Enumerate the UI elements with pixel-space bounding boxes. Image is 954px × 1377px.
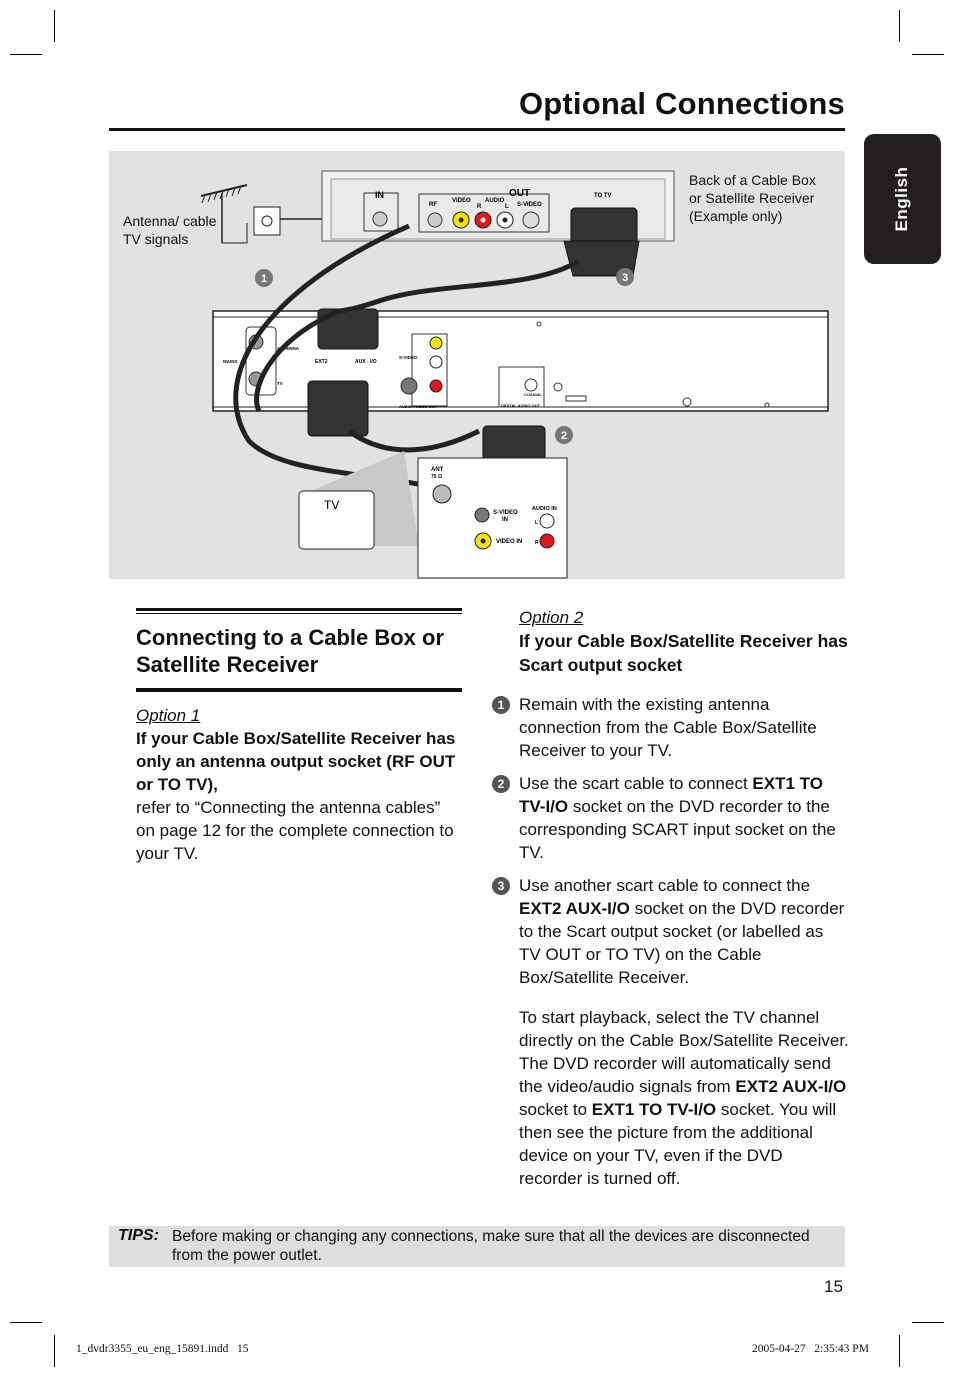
footer-file: 1_dvdr3355_eu_eng_15891.indd 15 (76, 1343, 249, 1355)
step-number-1: 1 (492, 696, 510, 714)
cablebox-out-label: OUT (509, 188, 530, 199)
option-1-subheading: If your Cable Box/Satellite Receiver has… (136, 729, 456, 794)
cable-box-label-line: or Satellite Receiver (689, 190, 815, 206)
cablebox-svideo-label: S-VIDEO (517, 202, 542, 208)
tips-box: TIPS: Before making or changing any conn… (109, 1226, 845, 1267)
playback-text: socket to (519, 1100, 592, 1119)
tv-audio-in-label: AUDIO IN (532, 506, 557, 512)
tv-audio-r-label: R (535, 540, 539, 546)
cablebox-r-label: R (477, 204, 482, 210)
antenna-label: Antenna/ cable TV signals (123, 212, 216, 248)
cable-box-label-line: (Example only) (689, 208, 783, 224)
dvd-recorder-back-panel: ANTENNA TV MAINS EXT2 AUX - I/O S-VIDEO … (212, 310, 829, 412)
crop-mark (10, 54, 42, 55)
recorder-digital-out-label: DIGITAL AUDIO OUT (501, 403, 541, 408)
section-heading: Connecting to a Cable Box or Satellite R… (136, 625, 445, 677)
footer-timestamp: 2005-04-27 2:35:43 PM (752, 1343, 869, 1355)
left-column: Connecting to a Cable Box or Satellite R… (136, 608, 462, 865)
marker-2: 2 (561, 430, 567, 442)
option-2-subheading: If your Cable Box/Satellite Receiver has… (519, 631, 848, 675)
tv-svideo-in-label: IN (502, 517, 508, 523)
crop-mark (54, 10, 55, 42)
cable-box-label-line: Back of a Cable Box (689, 172, 816, 188)
step-number-2: 2 (492, 775, 510, 793)
recorder-aux-label: AUX - I/O (355, 359, 377, 365)
title-rule (109, 128, 845, 131)
cablebox-rf-label: RF (429, 202, 437, 208)
cablebox-totv-label: TO TV (594, 193, 612, 199)
step-3-text: Use another scart cable to connect the E… (519, 874, 849, 989)
crop-mark (899, 1335, 900, 1367)
connection-diagram: IN OUT RF VIDEO AUDIO R L S-VIDEO TO TV (109, 151, 845, 579)
recorder-coaxial-label: COAXIAL (524, 392, 543, 397)
language-tab: English (864, 134, 941, 264)
cablebox-in-label: IN (375, 190, 384, 200)
heading-rule (136, 613, 462, 614)
marker-1: 1 (261, 273, 267, 285)
cablebox-l-label: L (505, 204, 509, 210)
option-2-label: Option 2 (519, 608, 584, 627)
tv-ohm-label: 75 Ω (431, 474, 442, 480)
crop-mark (10, 1322, 42, 1323)
step-3-socket: EXT2 AUX-I/O (519, 899, 630, 918)
crop-mark (912, 54, 944, 55)
step-2-pre: Use the scart cable to connect (519, 774, 753, 793)
tips-label: TIPS: (118, 1227, 159, 1244)
cablebox-audio-label: AUDIO (485, 198, 505, 204)
heading-rule (136, 689, 462, 692)
page-title: Optional Connections (518, 86, 845, 121)
tv-label: TV (324, 498, 339, 512)
marker-3: 3 (622, 272, 628, 284)
recorder-svideo-label: S-VIDEO (399, 355, 418, 360)
recorder-ext2-label: EXT2 (315, 359, 328, 365)
crop-mark (54, 1335, 55, 1367)
tips-text: Before making or changing any connection… (172, 1228, 810, 1264)
language-tab-label: English (892, 166, 911, 232)
crop-mark (912, 1322, 944, 1323)
tv-svideo-label: S-VIDEO (493, 510, 518, 516)
playback-socket: EXT2 AUX-I/O (735, 1077, 847, 1096)
option-1-label: Option 1 (136, 706, 201, 725)
recorder-av-out-label: AUDIO / VIDEO OUT (399, 404, 438, 409)
recorder-tv-label: TV (277, 381, 283, 386)
option-2-header: Option 2 If your Cable Box/Satellite Rec… (519, 606, 849, 677)
step-2-text: Use the scart cable to connect EXT1 TO T… (519, 772, 849, 864)
playback-paragraph: To start playback, select the TV channel… (519, 1006, 849, 1190)
heading-rule (136, 608, 462, 611)
step-1-text: Remain with the existing antenna connect… (519, 695, 817, 760)
cablebox-video-label: VIDEO (452, 198, 471, 204)
cable-box-label: Back of a Cable Box or Satellite Receive… (689, 171, 816, 225)
antenna-label-line: TV signals (123, 231, 189, 247)
option-1-body: refer to “Connecting the antenna cables”… (136, 798, 454, 863)
tv-audio-l-label: L (535, 520, 538, 526)
tv-video-in-label: VIDEO IN (496, 539, 522, 545)
tv-ant-label: ANT (431, 467, 444, 473)
step-3-pre: Use another scart cable to connect the (519, 876, 811, 895)
step-number-3: 3 (492, 877, 510, 895)
page-number: 15 (824, 1277, 843, 1296)
recorder-mains-label: MAINS (223, 359, 238, 364)
playback-socket: EXT1 TO TV-I/O (591, 1100, 717, 1119)
crop-mark (899, 10, 900, 42)
antenna-label-line: Antenna/ cable (123, 213, 217, 229)
